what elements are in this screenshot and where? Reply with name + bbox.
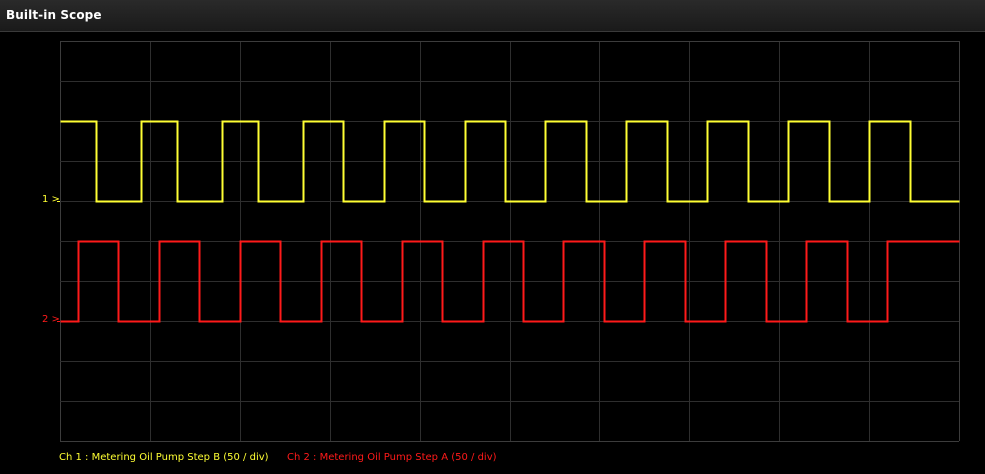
scope-window: Built-in Scope 1 > 2 > Ch 1 : Metering O… — [0, 0, 985, 474]
channel-1-marker: 1 > — [42, 194, 60, 205]
scope-plot — [57, 41, 960, 442]
channel-1-legend: Ch 1 : Metering Oil Pump Step B (50 / di… — [59, 452, 269, 463]
channel-2-marker: 2 > — [42, 314, 60, 325]
scope-traces — [57, 120, 960, 323]
channel-2-legend: Ch 2 : Metering Oil Pump Step A (50 / di… — [287, 452, 497, 463]
